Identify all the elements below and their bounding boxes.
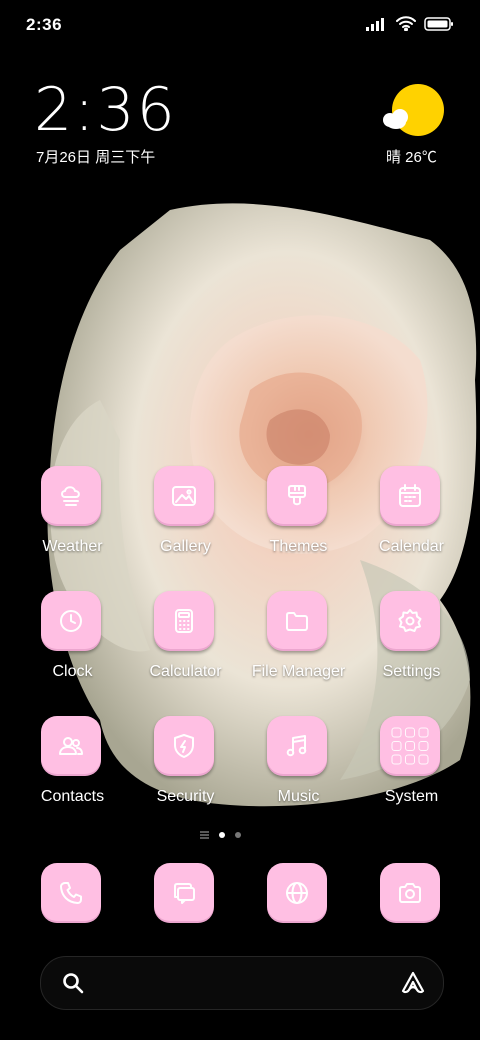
search-bar[interactable]: [40, 956, 444, 1010]
dock-messages[interactable]: [154, 863, 214, 923]
dock-camera[interactable]: [380, 863, 440, 923]
app-calendar[interactable]: Calendar: [355, 466, 468, 566]
camera-icon: [399, 883, 421, 903]
app-weather[interactable]: Weather: [16, 466, 129, 566]
menu-lines-icon: [200, 831, 209, 839]
music-icon: [267, 716, 327, 776]
status-bar: 2:36: [0, 0, 480, 50]
weather-text: 晴 26℃: [386, 149, 437, 166]
clock-icon: [41, 591, 101, 651]
search-icon[interactable]: [61, 971, 85, 995]
messages-icon: [174, 883, 195, 904]
app-themes[interactable]: Themes: [242, 466, 355, 566]
status-time: 2:36: [26, 15, 63, 34]
calculator-icon: [154, 591, 214, 651]
app-settings[interactable]: Settings: [355, 591, 468, 691]
calendar-icon: [380, 466, 440, 526]
app-contacts[interactable]: Contacts: [16, 716, 129, 816]
phone-icon: [60, 882, 82, 904]
wifi-icon: [396, 16, 416, 31]
app-gallery[interactable]: Gallery: [129, 466, 242, 566]
app-label: Calendar: [379, 538, 444, 555]
contacts-icon: [41, 716, 101, 776]
page-dot: [235, 832, 241, 838]
brush-icon: [267, 466, 327, 526]
dock-phone[interactable]: [41, 863, 101, 923]
app-music[interactable]: Music: [242, 716, 355, 816]
app-file-manager[interactable]: File Manager: [242, 591, 355, 691]
app-label: Settings: [382, 663, 441, 680]
app-folder-system[interactable]: System: [355, 716, 468, 816]
signal-icon: [366, 17, 384, 31]
app-calculator[interactable]: Calculator: [129, 591, 242, 691]
gear-icon: [380, 591, 440, 651]
folder-icon: [267, 591, 327, 651]
assistant-icon[interactable]: [399, 969, 427, 997]
clock-widget-time[interactable]: 2:36: [34, 78, 177, 142]
battery-icon: [424, 16, 453, 31]
app-clock[interactable]: Clock: [16, 591, 129, 691]
status-icons: [366, 16, 454, 31]
gallery-icon: [154, 466, 214, 526]
page-indicator[interactable]: [200, 829, 260, 841]
shield-icon: [154, 716, 214, 776]
app-security[interactable]: Security: [129, 716, 242, 816]
app-label: System: [384, 788, 439, 805]
browser-icon: [286, 882, 308, 904]
clock-widget-date: 7月26日 周三下午: [36, 149, 156, 166]
weather-icon: [41, 466, 101, 526]
folder-grid-icon: [380, 716, 440, 776]
dock-browser[interactable]: [267, 863, 327, 923]
page-dot-active: [219, 832, 225, 838]
